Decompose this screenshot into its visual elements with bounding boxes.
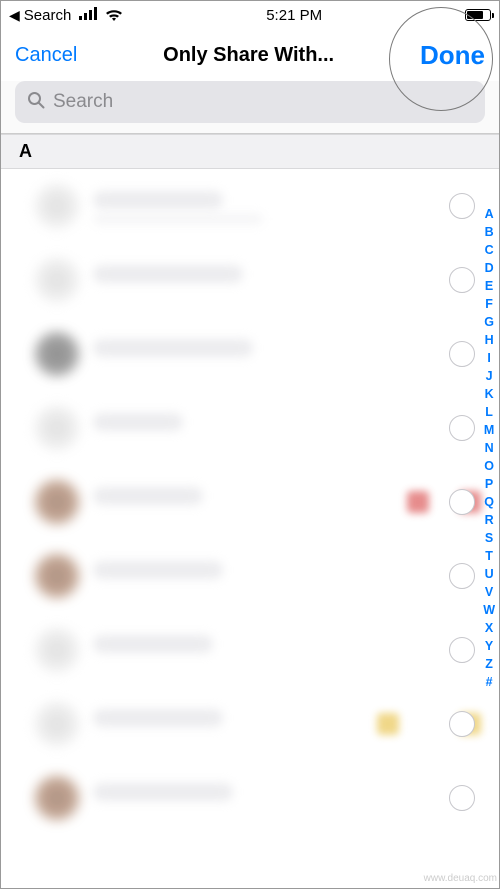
contact-name xyxy=(93,413,481,443)
avatar xyxy=(35,554,79,598)
status-time: 5:21 PM xyxy=(266,7,322,24)
avatar xyxy=(35,332,79,376)
contact-row[interactable] xyxy=(1,317,499,391)
status-indicator-icon xyxy=(407,491,429,513)
index-letter[interactable]: X xyxy=(485,619,493,637)
index-letter[interactable]: U xyxy=(485,565,494,583)
wifi-icon xyxy=(105,9,123,22)
index-letter[interactable]: S xyxy=(485,529,493,547)
search-container xyxy=(1,81,499,134)
status-bar: ◀ Search 5:21 PM xyxy=(1,1,499,29)
search-input[interactable] xyxy=(53,91,473,113)
index-letter[interactable]: J xyxy=(486,367,493,385)
index-letter[interactable]: N xyxy=(485,439,494,457)
select-radio[interactable] xyxy=(449,341,475,367)
back-app-label[interactable]: Search xyxy=(24,7,72,24)
avatar xyxy=(35,406,79,450)
contact-name xyxy=(93,265,481,295)
status-indicator-icon xyxy=(377,713,399,735)
select-radio[interactable] xyxy=(449,489,475,515)
select-radio[interactable] xyxy=(449,193,475,219)
select-radio[interactable] xyxy=(449,637,475,663)
avatar xyxy=(35,480,79,524)
select-radio[interactable] xyxy=(449,785,475,811)
navigation-bar: Cancel Only Share With... Done xyxy=(1,29,499,81)
avatar xyxy=(35,702,79,746)
select-radio[interactable] xyxy=(449,415,475,441)
contact-row[interactable] xyxy=(1,465,499,539)
index-letter[interactable]: A xyxy=(485,205,494,223)
back-chevron-icon[interactable]: ◀ xyxy=(9,7,20,24)
contact-row[interactable] xyxy=(1,169,499,243)
contact-name xyxy=(93,783,481,813)
index-letter[interactable]: P xyxy=(485,475,493,493)
page-title: Only Share With... xyxy=(77,44,420,67)
contact-row[interactable] xyxy=(1,391,499,465)
battery-icon xyxy=(465,9,491,21)
contact-row[interactable] xyxy=(1,243,499,317)
index-letter[interactable]: C xyxy=(485,241,494,259)
index-letter[interactable]: L xyxy=(485,403,493,421)
avatar xyxy=(35,184,79,228)
index-letter[interactable]: Z xyxy=(485,655,493,673)
contact-name xyxy=(93,191,481,221)
contact-name xyxy=(93,339,481,369)
select-radio[interactable] xyxy=(449,267,475,293)
index-letter[interactable]: M xyxy=(484,421,494,439)
contact-row[interactable] xyxy=(1,613,499,687)
index-letter[interactable]: Q xyxy=(484,493,494,511)
select-radio[interactable] xyxy=(449,563,475,589)
index-letter[interactable]: I xyxy=(487,349,490,367)
avatar xyxy=(35,628,79,672)
index-letter[interactable]: F xyxy=(485,295,493,313)
cellular-signal-icon xyxy=(79,7,101,24)
alphabet-index[interactable]: ABCDEFGHIJKLMNOPQRSTUVWXYZ# xyxy=(483,205,495,691)
avatar xyxy=(35,776,79,820)
watermark: www.deuaq.com xyxy=(424,873,497,884)
contact-row[interactable] xyxy=(1,539,499,613)
select-radio[interactable] xyxy=(449,711,475,737)
cancel-button[interactable]: Cancel xyxy=(15,44,77,67)
contact-name xyxy=(93,487,402,517)
index-letter[interactable]: K xyxy=(485,385,494,403)
index-letter[interactable]: Y xyxy=(485,637,493,655)
search-icon xyxy=(27,91,45,114)
index-letter[interactable]: H xyxy=(485,331,494,349)
index-letter[interactable]: # xyxy=(486,673,493,691)
index-letter[interactable]: G xyxy=(484,313,494,331)
index-letter[interactable]: V xyxy=(485,583,493,601)
contact-name xyxy=(93,709,372,739)
search-field[interactable] xyxy=(15,81,485,123)
index-letter[interactable]: W xyxy=(483,601,495,619)
done-button[interactable]: Done xyxy=(420,40,485,71)
contact-row[interactable] xyxy=(1,687,499,761)
contact-list[interactable]: ABCDEFGHIJKLMNOPQRSTUVWXYZ# xyxy=(1,169,499,869)
index-letter[interactable]: O xyxy=(484,457,494,475)
index-letter[interactable]: R xyxy=(485,511,494,529)
avatar xyxy=(35,258,79,302)
index-letter[interactable]: B xyxy=(485,223,494,241)
contact-row[interactable] xyxy=(1,761,499,835)
contact-name xyxy=(93,635,481,665)
index-letter[interactable]: E xyxy=(485,277,493,295)
index-letter[interactable]: T xyxy=(485,547,493,565)
contact-name xyxy=(93,561,481,591)
index-letter[interactable]: D xyxy=(485,259,494,277)
section-header-a: A xyxy=(1,134,499,169)
